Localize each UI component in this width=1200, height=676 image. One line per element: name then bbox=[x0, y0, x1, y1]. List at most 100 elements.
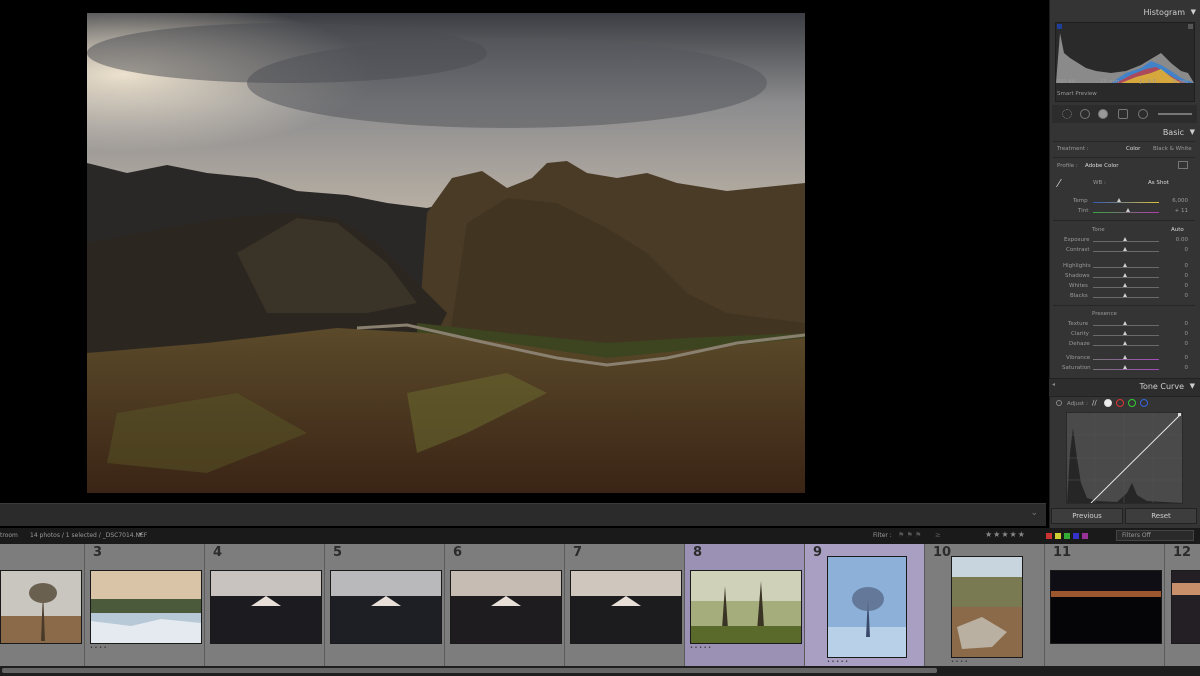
vibrance-slider-knob[interactable] bbox=[1123, 355, 1127, 359]
contrast-slider[interactable] bbox=[1093, 251, 1159, 252]
tint-slider-knob[interactable] bbox=[1126, 208, 1130, 212]
rating-stars[interactable]: • • • • • bbox=[690, 645, 711, 651]
shadow-clip-indicator[interactable] bbox=[1057, 24, 1062, 29]
dehaze-value[interactable]: 0 bbox=[1168, 341, 1189, 347]
crop-icon[interactable] bbox=[1062, 109, 1072, 119]
texture-slider-knob[interactable] bbox=[1123, 321, 1127, 325]
thumbnail[interactable] bbox=[450, 570, 562, 644]
saturation-slider[interactable] bbox=[1093, 369, 1159, 370]
filmstrip-cell[interactable]: 7 bbox=[565, 544, 685, 666]
graduated-filter-icon[interactable] bbox=[1118, 109, 1128, 119]
module-label[interactable]: troom bbox=[0, 532, 18, 539]
exposure-value[interactable]: 0.00 bbox=[1168, 237, 1188, 243]
highlight-clip-indicator[interactable] bbox=[1188, 24, 1193, 29]
treatment-bw-option[interactable]: Black & White bbox=[1153, 146, 1192, 152]
thumbnail[interactable] bbox=[827, 556, 907, 658]
blacks-value[interactable]: 0 bbox=[1168, 293, 1189, 299]
blue-label-filter[interactable] bbox=[1073, 533, 1079, 539]
histogram[interactable]: ISO 64 25 mm ƒ / 9.0 ⅕ sec Smart Preview bbox=[1055, 22, 1195, 102]
brush-slider[interactable] bbox=[1158, 113, 1192, 115]
red-channel-icon[interactable] bbox=[1116, 399, 1124, 407]
clarity-slider-knob[interactable] bbox=[1123, 331, 1127, 335]
profile-dropdown[interactable]: Adobe Color bbox=[1085, 163, 1119, 169]
spot-removal-icon[interactable] bbox=[1080, 109, 1090, 119]
saturation-slider-knob[interactable] bbox=[1123, 365, 1127, 369]
filmstrip-cell[interactable]: 5 bbox=[325, 544, 445, 666]
panel-switch-icon[interactable]: ◂ bbox=[1052, 381, 1055, 388]
photo-viewer[interactable] bbox=[0, 0, 1046, 503]
temp-slider[interactable] bbox=[1093, 202, 1159, 203]
blue-channel-icon[interactable] bbox=[1140, 399, 1148, 407]
blacks-slider[interactable] bbox=[1093, 297, 1159, 298]
green-channel-icon[interactable] bbox=[1128, 399, 1136, 407]
vibrance-slider[interactable] bbox=[1093, 359, 1159, 360]
thumbnail[interactable] bbox=[90, 570, 202, 644]
blacks-slider-knob[interactable] bbox=[1123, 293, 1127, 297]
filmstrip-cell[interactable]: 4 bbox=[205, 544, 325, 666]
star-filter-icons[interactable]: ★★★★★ bbox=[985, 530, 1026, 539]
highlights-slider-knob[interactable] bbox=[1123, 263, 1127, 267]
clarity-slider[interactable] bbox=[1093, 335, 1159, 336]
shadows-slider-knob[interactable] bbox=[1123, 273, 1127, 277]
texture-slider[interactable] bbox=[1093, 325, 1159, 326]
tint-value[interactable]: + 11 bbox=[1168, 208, 1188, 214]
dehaze-slider-knob[interactable] bbox=[1123, 341, 1127, 345]
flag-filter-icons[interactable]: ⚑ ⚑ ⚑ bbox=[898, 531, 921, 539]
filters-off-dropdown[interactable]: Filters Off bbox=[1116, 530, 1194, 541]
rating-stars[interactable]: • • • • bbox=[90, 645, 107, 651]
profile-browser-icon[interactable] bbox=[1178, 161, 1188, 169]
radial-filter-icon[interactable] bbox=[1138, 109, 1148, 119]
purple-label-filter[interactable] bbox=[1082, 533, 1088, 539]
texture-value[interactable]: 0 bbox=[1168, 321, 1189, 327]
contrast-slider-knob[interactable] bbox=[1123, 247, 1127, 251]
eyedropper-icon[interactable]: ⁄ bbox=[1058, 177, 1074, 193]
filmstrip-cell[interactable]: 6 bbox=[445, 544, 565, 666]
reset-button[interactable]: Reset bbox=[1125, 508, 1197, 524]
rating-stars[interactable]: • • • • bbox=[951, 659, 968, 665]
thumbnail[interactable] bbox=[1171, 570, 1200, 644]
dehaze-slider[interactable] bbox=[1093, 345, 1159, 346]
filmstrip-cell[interactable]: 3 • • • • bbox=[85, 544, 205, 666]
filmstrip-source-info[interactable]: 14 photos / 1 selected / _DSC7014.NEF bbox=[30, 532, 147, 539]
chevron-down-icon[interactable]: ▾ bbox=[139, 531, 142, 538]
highlights-value[interactable]: 0 bbox=[1168, 263, 1189, 269]
filmstrip-cell[interactable] bbox=[0, 544, 85, 666]
histogram-header[interactable]: Histogram ▼ bbox=[1050, 8, 1200, 21]
thumbnail[interactable] bbox=[0, 570, 82, 644]
rgb-channel-icon[interactable] bbox=[1104, 399, 1112, 407]
red-eye-icon[interactable] bbox=[1098, 109, 1108, 119]
thumbnail[interactable] bbox=[1050, 570, 1162, 644]
previous-button[interactable]: Previous bbox=[1051, 508, 1123, 524]
whites-slider[interactable] bbox=[1093, 287, 1159, 288]
exposure-slider-knob[interactable] bbox=[1123, 237, 1127, 241]
basic-header[interactable]: Basic ▼ bbox=[1049, 128, 1200, 141]
collapse-triangle-icon[interactable]: ▼ bbox=[1191, 8, 1196, 16]
thumbnail[interactable] bbox=[330, 570, 442, 644]
shadows-slider[interactable] bbox=[1093, 277, 1159, 278]
filmstrip-cell-active[interactable]: 9 • • • • • bbox=[805, 544, 925, 666]
clarity-value[interactable]: 0 bbox=[1168, 331, 1189, 337]
filmstrip-cell-selected[interactable]: 8 • • • • • bbox=[685, 544, 805, 666]
temp-value[interactable]: 6,000 bbox=[1168, 198, 1188, 204]
main-photo[interactable] bbox=[87, 13, 805, 493]
tint-slider[interactable] bbox=[1093, 212, 1159, 213]
chevron-down-icon[interactable]: ⌄ bbox=[1030, 508, 1038, 518]
tone-curve-header[interactable]: Tone Curve ▼ bbox=[1049, 382, 1200, 395]
filmstrip-cell[interactable]: 12 bbox=[1165, 544, 1200, 666]
whites-slider-knob[interactable] bbox=[1123, 283, 1127, 287]
rating-filter-icon[interactable]: ≥ bbox=[935, 531, 941, 539]
highlights-slider[interactable] bbox=[1093, 267, 1159, 268]
parametric-curve-icon[interactable]: ∕∕ bbox=[1092, 399, 1100, 407]
temp-slider-knob[interactable] bbox=[1117, 198, 1121, 202]
treatment-color-option[interactable]: Color bbox=[1126, 146, 1140, 152]
thumbnail[interactable] bbox=[951, 556, 1023, 658]
contrast-value[interactable]: 0 bbox=[1168, 247, 1189, 253]
auto-button[interactable]: Auto bbox=[1171, 227, 1184, 233]
tone-curve-graph[interactable] bbox=[1066, 412, 1183, 504]
exposure-slider[interactable] bbox=[1093, 241, 1159, 242]
filmstrip-scroll-thumb[interactable] bbox=[2, 668, 937, 673]
thumbnail[interactable] bbox=[690, 570, 802, 644]
collapse-triangle-icon[interactable]: ▼ bbox=[1190, 382, 1195, 390]
vibrance-value[interactable]: 0 bbox=[1168, 355, 1189, 361]
thumbnail[interactable] bbox=[210, 570, 322, 644]
